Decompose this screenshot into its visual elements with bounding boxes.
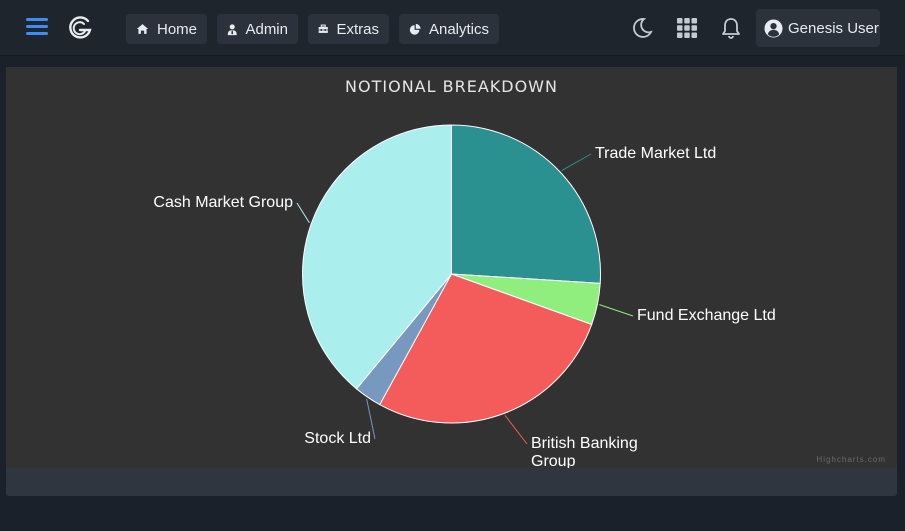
toolbox-icon xyxy=(318,24,328,33)
nav-analytics-label: Analytics xyxy=(428,20,489,38)
data-label: Trade Market Ltd xyxy=(595,145,716,162)
nav-admin-label: Admin xyxy=(245,20,288,38)
user-circle-icon xyxy=(764,18,783,38)
user-tie-icon xyxy=(227,23,237,35)
connector-line xyxy=(561,153,592,172)
nav-extras-label: Extras xyxy=(336,20,379,38)
user-menu-button[interactable]: Genesis User xyxy=(756,9,880,47)
connector-line xyxy=(599,304,634,317)
menu-icon[interactable] xyxy=(26,18,48,38)
data-label: British Banking Group xyxy=(531,435,638,468)
genesis-logo[interactable] xyxy=(66,14,94,42)
chart-credits[interactable]: Highcharts.com xyxy=(816,455,886,464)
nav-admin-button[interactable]: Admin xyxy=(217,14,298,44)
data-label: Stock Ltd xyxy=(304,430,371,447)
bell-icon[interactable] xyxy=(719,16,743,40)
pie-chart: Trade Market Ltd Fund Exchange Ltd British… xyxy=(153,124,776,468)
pie-slice-trade-market-ltd[interactable] xyxy=(451,124,601,284)
connector-line xyxy=(296,202,310,224)
nav-home-button[interactable]: Home xyxy=(126,14,207,44)
chart-card: NOTIONAL BREAKDOWN Trade Market Ltd Fund … xyxy=(6,67,897,496)
nav-analytics-button[interactable]: Analytics xyxy=(399,14,499,44)
data-label: Fund Exchange Ltd xyxy=(637,307,776,324)
home-icon xyxy=(136,24,149,34)
data-label: Cash Market Group xyxy=(153,194,293,211)
nav-home-label: Home xyxy=(156,20,197,38)
moon-icon[interactable] xyxy=(630,16,654,40)
chart-container: NOTIONAL BREAKDOWN Trade Market Ltd Fund … xyxy=(6,67,897,468)
top-navbar: Home Admin Extras Analytics Genesis User xyxy=(0,0,905,56)
pie-chart-icon xyxy=(409,23,421,35)
user-name: Genesis User xyxy=(788,19,879,37)
connector-line xyxy=(504,414,528,445)
apps-grid-icon[interactable] xyxy=(675,16,699,40)
nav-extras-button[interactable]: Extras xyxy=(308,14,389,44)
